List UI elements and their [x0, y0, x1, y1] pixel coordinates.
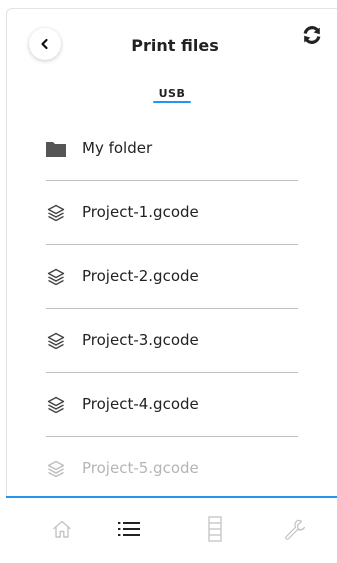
list-item-folder[interactable]: My folder	[46, 117, 298, 181]
list-item-file[interactable]: Project-3.gcode	[46, 309, 298, 373]
bottom-nav-bar	[6, 496, 337, 563]
tab-active-indicator	[153, 101, 191, 103]
refresh-button[interactable]	[300, 23, 324, 47]
list-item-file[interactable]: Project-4.gcode	[46, 373, 298, 437]
layers-icon	[46, 267, 66, 287]
list-item-file[interactable]: Project-2.gcode	[46, 245, 298, 309]
layers-icon	[46, 331, 66, 351]
page-title: Print files	[131, 36, 219, 55]
list-item-file[interactable]: Project-1.gcode	[46, 181, 298, 245]
tab-usb-label: USB	[158, 87, 186, 100]
file-name: Project-2.gcode	[82, 267, 199, 285]
layers-icon	[46, 459, 66, 479]
wrench-icon	[285, 519, 305, 540]
nav-files-button[interactable]	[114, 514, 144, 544]
layers-icon	[46, 395, 66, 415]
filament-icon	[208, 516, 222, 542]
nav-home-button[interactable]	[47, 514, 77, 544]
file-name: Project-4.gcode	[82, 395, 199, 413]
home-icon	[53, 520, 71, 538]
folder-icon	[46, 139, 66, 159]
tab-usb[interactable]: USB	[152, 82, 192, 101]
file-name: My folder	[82, 139, 153, 157]
file-name: Project-1.gcode	[82, 203, 199, 221]
nav-filament-button[interactable]	[200, 514, 230, 544]
file-name: Project-3.gcode	[82, 331, 199, 349]
chevron-left-icon	[41, 38, 48, 50]
file-name: Project-5.gcode	[82, 459, 199, 477]
layers-icon	[46, 203, 66, 223]
nav-tools-button[interactable]	[279, 514, 309, 544]
list-item-file[interactable]: Project-5.gcode	[46, 437, 298, 501]
list-icon	[118, 522, 140, 536]
refresh-icon	[303, 26, 321, 44]
back-button[interactable]	[29, 28, 61, 60]
